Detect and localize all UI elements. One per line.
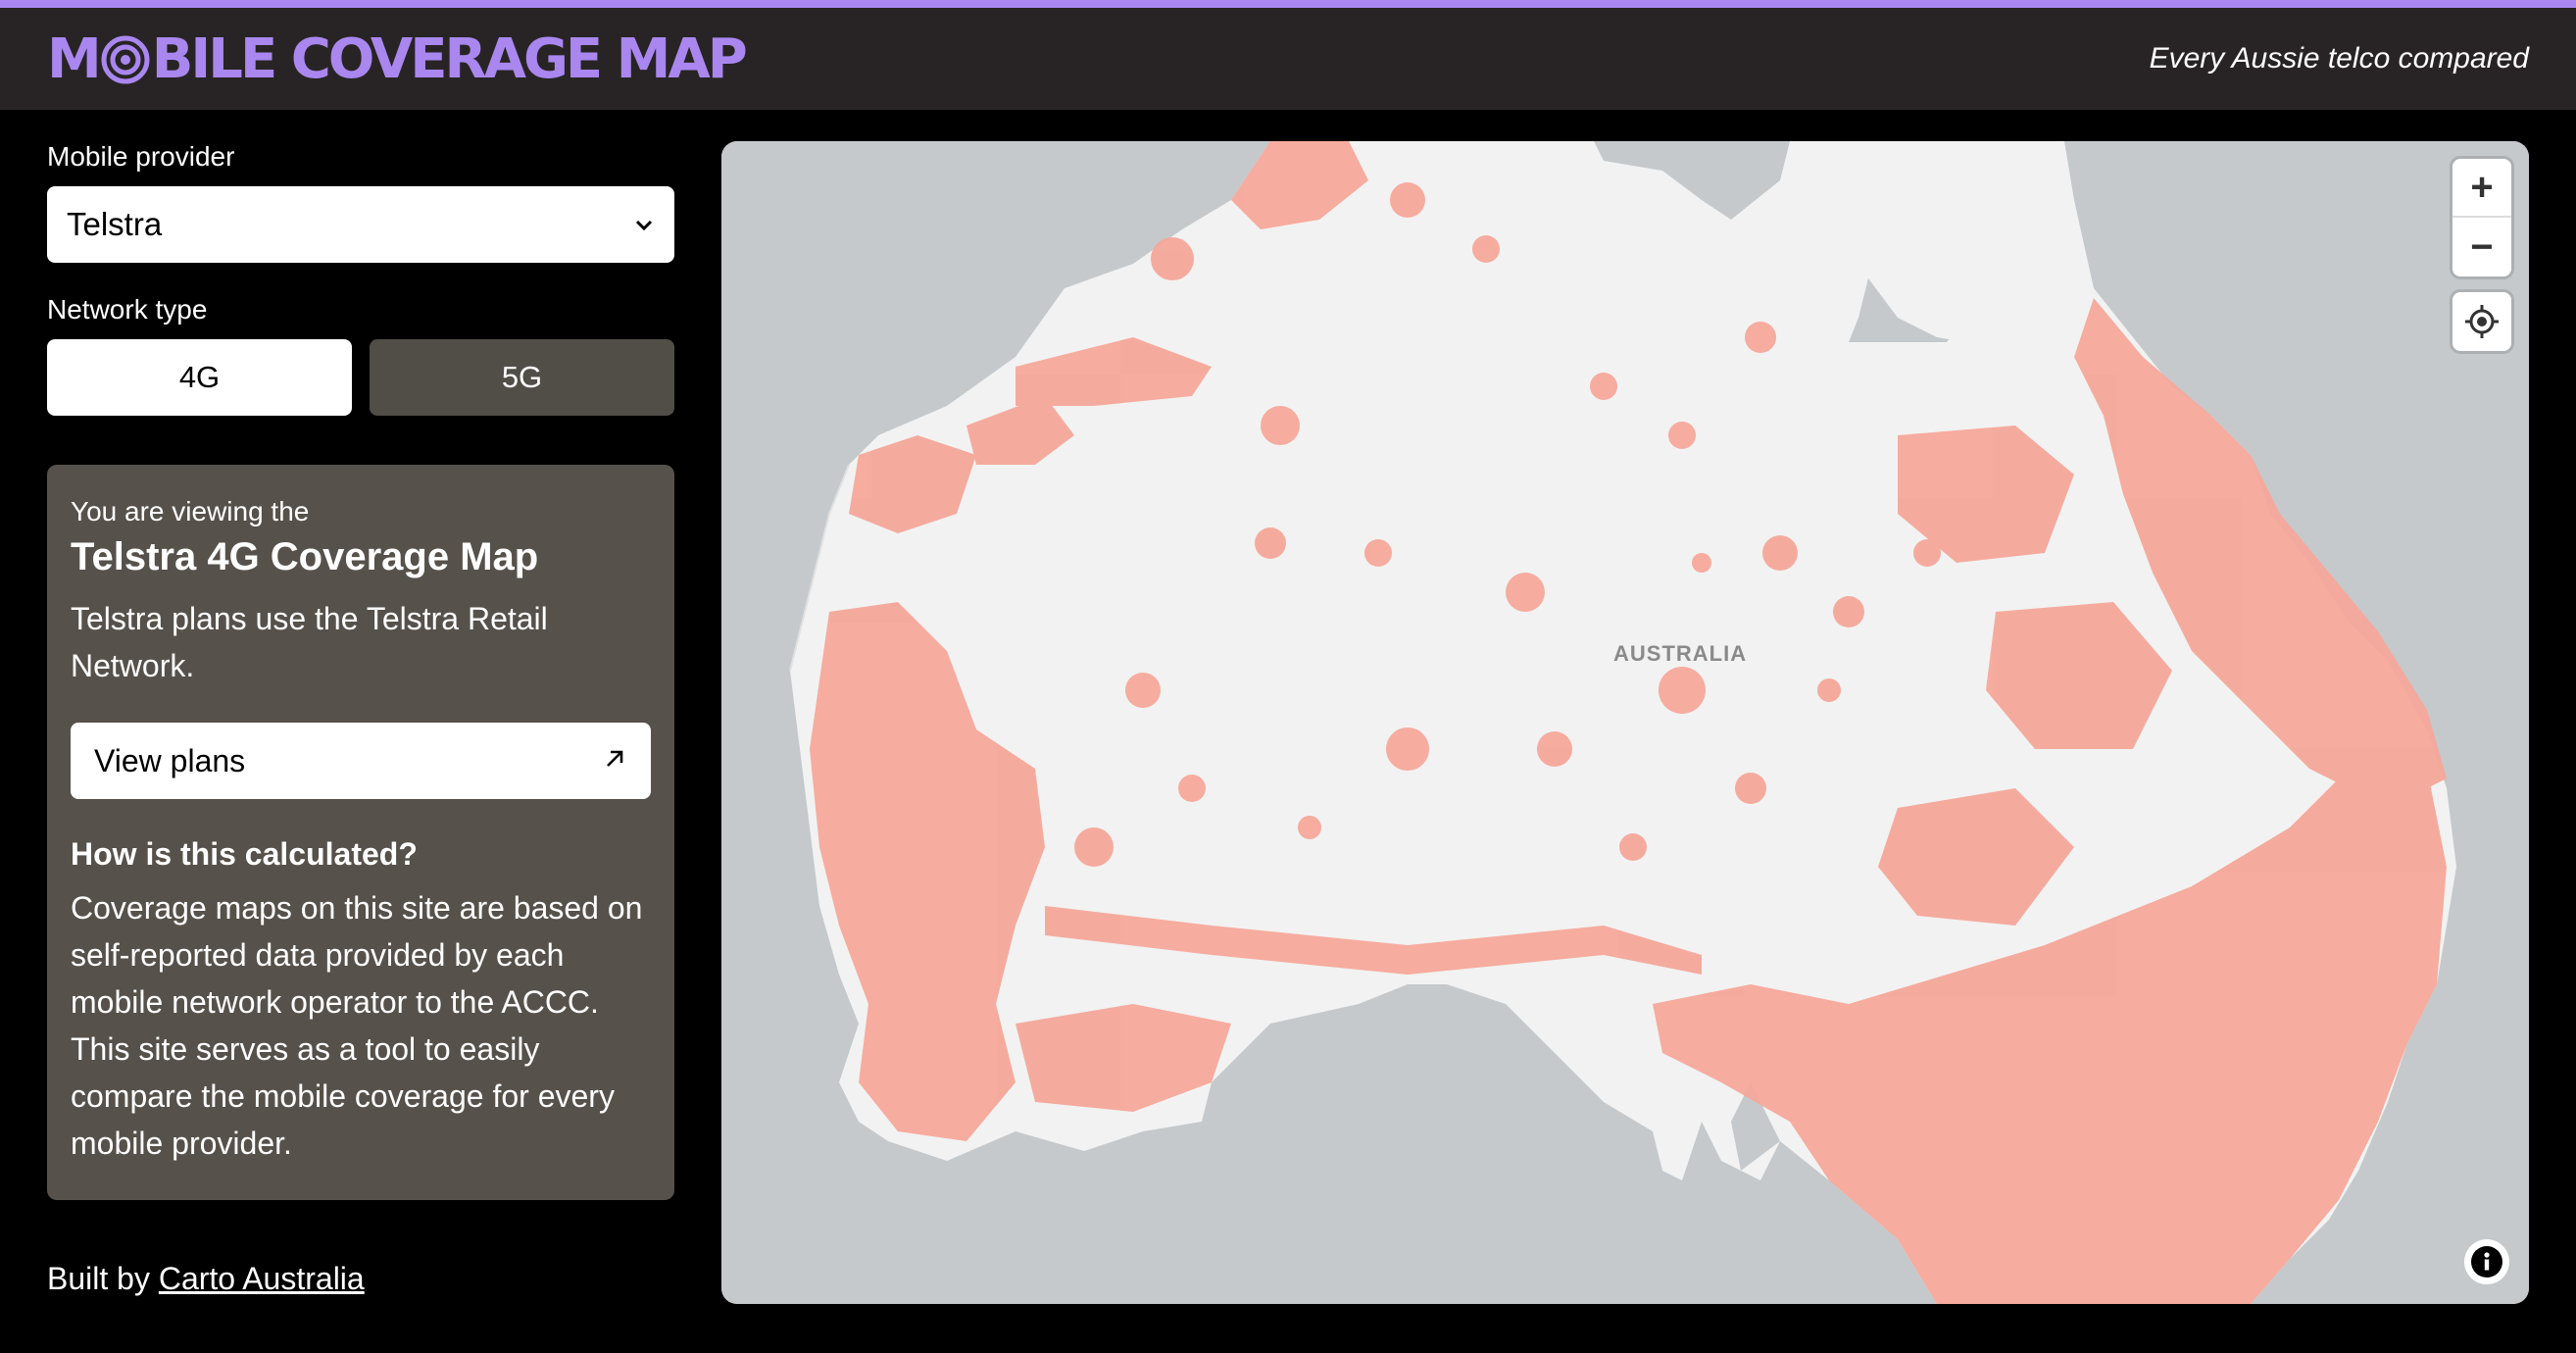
sidebar: Mobile provider Telstra Network type 4G …: [47, 110, 674, 1200]
top-accent-bar: [0, 0, 2576, 8]
map-title: Telstra 4G Coverage Map: [71, 535, 539, 578]
zoom-in-button[interactable]: +: [2452, 159, 2511, 218]
footer-credit: Built by Carto Australia: [47, 1261, 365, 1297]
tagline: Every Aussie telco compared: [2149, 42, 2529, 75]
provider-select[interactable]: Telstra: [47, 186, 674, 263]
built-by-text: Built by: [47, 1261, 159, 1296]
site-logo[interactable]: M BILE COVERAGE MAP: [47, 26, 748, 91]
zoom-out-button[interactable]: −: [2452, 218, 2511, 276]
logo-text-start: M: [47, 26, 102, 91]
attribution-button[interactable]: [2464, 1239, 2509, 1284]
network-option-4g[interactable]: 4G: [47, 339, 352, 416]
map-canvas[interactable]: [721, 141, 2529, 1304]
network-description: Telstra plans use the Telstra Retail Net…: [71, 601, 548, 683]
calc-explanation: Coverage maps on this site are based on …: [71, 890, 643, 1161]
network-option-5g[interactable]: 5G: [370, 339, 674, 416]
target-icon: [101, 34, 150, 84]
info-card: You are viewing the Telstra 4G Coverage …: [47, 465, 674, 1200]
app-header: M BILE COVERAGE MAP Every Aussie telco c…: [0, 8, 2576, 110]
locate-button[interactable]: [2452, 292, 2511, 351]
view-plans-label: View plans: [94, 742, 246, 778]
crosshair-icon: [2463, 303, 2501, 340]
network-label: Network type: [47, 294, 208, 325]
viewing-caption: You are viewing the: [71, 496, 310, 526]
logo-text-end: BILE COVERAGE MAP: [151, 26, 748, 91]
view-plans-button[interactable]: View plans: [71, 723, 651, 799]
calc-heading: How is this calculated?: [71, 836, 418, 872]
carto-australia-link[interactable]: Carto Australia: [159, 1261, 365, 1296]
provider-label: Mobile provider: [47, 141, 235, 172]
provider-select-value: Telstra: [67, 206, 163, 242]
network-toggle: 4G 5G: [47, 339, 674, 416]
chevron-down-icon: [633, 206, 655, 243]
arrow-up-right-icon: [602, 743, 627, 779]
zoom-controls: + −: [2452, 159, 2511, 276]
coverage-map[interactable]: AUSTRALIA + −: [721, 141, 2529, 1304]
info-icon: [2470, 1245, 2503, 1278]
country-label: AUSTRALIA: [1613, 641, 1748, 666]
